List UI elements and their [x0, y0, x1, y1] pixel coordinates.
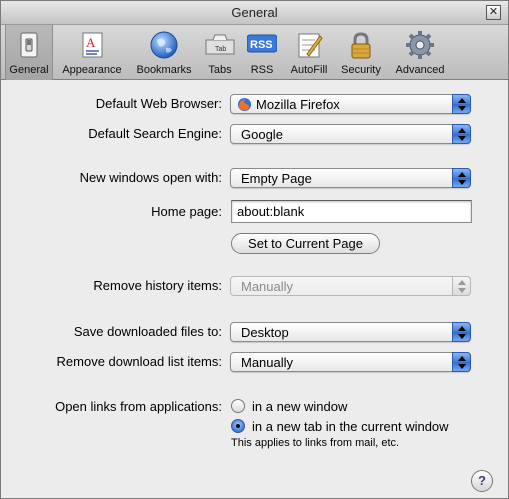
tab-security-label: Security — [341, 64, 381, 76]
remove-download-list-popup[interactable]: Manually — [230, 352, 471, 372]
svg-text:A: A — [86, 35, 96, 50]
font-document-icon: A — [82, 32, 103, 58]
tab-appearance[interactable]: A Appearance — [57, 25, 127, 80]
tab-rss[interactable]: RSS RSS — [243, 25, 281, 80]
remove-history-label: Remove history items: — [93, 278, 222, 293]
tab-advanced-label: Advanced — [395, 64, 445, 76]
radio-new-window[interactable] — [231, 399, 245, 413]
tab-icon: Tab — [205, 34, 235, 55]
radio-new-window-label[interactable]: in a new window — [252, 399, 347, 414]
padlock-icon — [351, 32, 371, 59]
window-title: General — [231, 5, 278, 20]
new-windows-label: New windows open with: — [79, 170, 222, 185]
switch-icon — [20, 32, 38, 58]
popup-arrows-icon — [452, 322, 471, 342]
tab-bookmarks[interactable]: Bookmarks — [130, 25, 198, 80]
tab-general[interactable]: General — [5, 25, 53, 80]
default-browser-value: Mozilla Firefox — [256, 97, 340, 112]
tab-tabs-label: Tabs — [208, 64, 232, 76]
open-links-note: This applies to links from mail, etc. — [231, 437, 400, 449]
default-browser-popup[interactable]: Mozilla Firefox — [230, 94, 471, 114]
popup-arrows-icon — [452, 94, 471, 114]
tab-advanced[interactable]: Advanced — [389, 25, 451, 80]
rss-icon-text: RSS — [250, 39, 273, 51]
help-button[interactable]: ? — [471, 470, 493, 492]
gear-icon — [406, 31, 434, 59]
home-page-field[interactable] — [231, 200, 472, 223]
tab-bookmarks-label: Bookmarks — [136, 64, 192, 76]
tab-security[interactable]: Security — [335, 25, 387, 80]
remove-history-popup[interactable]: Manually — [230, 276, 471, 296]
tab-rss-label: RSS — [250, 64, 274, 76]
tab-autofill[interactable]: AutoFill — [284, 25, 334, 80]
default-search-value: Google — [241, 127, 283, 142]
radio-new-tab-label[interactable]: in a new tab in the current window — [252, 419, 449, 434]
save-downloads-popup[interactable]: Desktop — [230, 322, 471, 342]
home-page-input[interactable] — [232, 201, 471, 222]
home-page-label: Home page: — [151, 204, 222, 219]
close-icon[interactable]: ✕ — [486, 5, 501, 20]
firefox-icon — [237, 97, 252, 112]
remove-history-value: Manually — [241, 279, 294, 294]
new-windows-popup[interactable]: Empty Page — [230, 168, 471, 188]
rss-icon: RSS — [247, 34, 277, 53]
tab-tabs[interactable]: Tab Tabs — [200, 25, 240, 80]
default-search-popup[interactable]: Google — [230, 124, 471, 144]
default-browser-label: Default Web Browser: — [95, 96, 222, 111]
default-search-label: Default Search Engine: — [88, 126, 222, 141]
preferences-window: General ✕ General A Appearance Bookmarks… — [0, 0, 509, 499]
preferences-toolbar: General A Appearance Bookmarks Tab Tabs … — [1, 25, 508, 80]
save-downloads-value: Desktop — [241, 325, 289, 340]
remove-download-list-label: Remove download list items: — [56, 354, 222, 369]
popup-arrows-icon — [452, 352, 471, 372]
popup-arrows-icon — [452, 168, 471, 188]
remove-download-list-value: Manually — [241, 355, 294, 370]
pencil-form-icon — [298, 33, 323, 58]
tab-appearance-label: Appearance — [62, 64, 122, 76]
popup-arrows-icon — [452, 124, 471, 144]
tab-autofill-label: AutoFill — [290, 64, 328, 76]
title-bar[interactable]: General ✕ — [1, 1, 508, 25]
tab-general-label: General — [9, 64, 49, 76]
tab-icon-text: Tab — [215, 46, 226, 53]
popup-arrows-icon — [452, 276, 471, 296]
set-to-current-page-button[interactable]: Set to Current Page — [231, 233, 380, 254]
radio-new-tab[interactable] — [231, 419, 245, 433]
open-links-label: Open links from applications: — [55, 399, 222, 414]
globe-icon — [150, 31, 178, 59]
new-windows-value: Empty Page — [241, 171, 312, 186]
save-downloads-label: Save downloaded files to: — [73, 324, 222, 339]
